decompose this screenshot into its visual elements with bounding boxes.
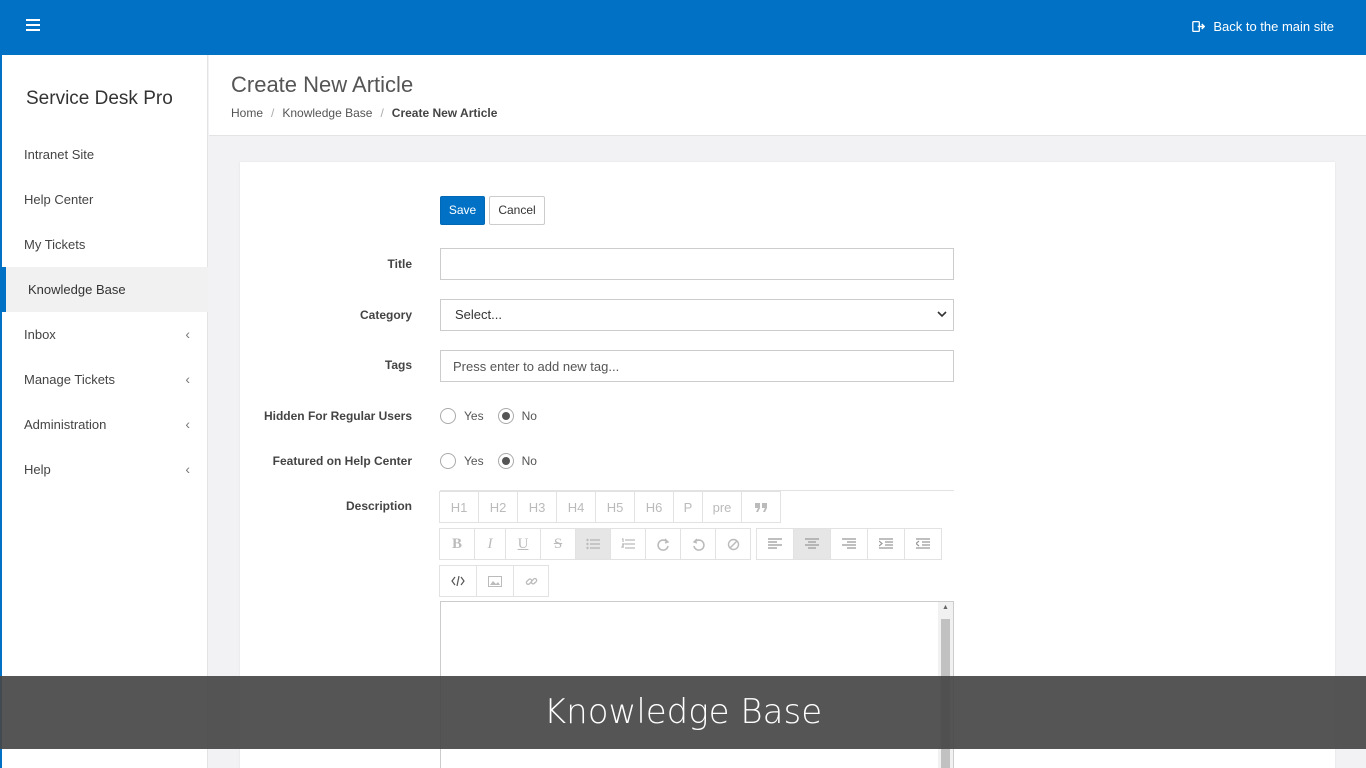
paragraph-button[interactable]: P <box>673 491 703 523</box>
chevron-left-icon: ‹ <box>185 371 190 387</box>
sidebar-item-administration[interactable]: Administration ‹ <box>2 402 208 447</box>
breadcrumb-separator: / <box>380 106 384 120</box>
radio-no-label: No <box>521 454 537 468</box>
indent-icon[interactable] <box>867 528 905 560</box>
description-label: Description <box>345 499 412 513</box>
category-selected-value: Select... <box>455 307 502 322</box>
caption-overlay: Knowledge Base <box>0 676 1366 749</box>
align-center-icon[interactable] <box>793 528 831 560</box>
hidden-for-regular-users-label: Hidden For Regular Users <box>263 409 412 423</box>
hidden-no-radio[interactable] <box>497 408 514 424</box>
redo-icon[interactable] <box>645 528 681 560</box>
editor-toolbar-headings: H1 H2 H3 H4 H5 H6 P pre <box>439 491 781 523</box>
breadcrumb-separator: / <box>271 106 275 120</box>
brand-name: Service Desk Pro <box>26 88 173 109</box>
sign-out-icon <box>1192 20 1206 33</box>
top-navbar: Back to the main site <box>0 0 1366 55</box>
preformatted-button[interactable]: pre <box>702 491 742 523</box>
radio-yes-label: Yes <box>464 454 484 468</box>
breadcrumb-knowledge-base[interactable]: Knowledge Base <box>282 106 372 120</box>
chevron-down-icon <box>937 300 947 342</box>
hidden-radio-group: Yes No <box>440 408 551 424</box>
tags-input[interactable] <box>440 350 954 382</box>
chevron-left-icon: ‹ <box>185 326 190 342</box>
chevron-left-icon: ‹ <box>185 461 190 477</box>
strikethrough-icon[interactable]: S <box>540 528 576 560</box>
link-icon[interactable] <box>513 565 549 597</box>
sidebar-item-label: Manage Tickets <box>24 372 116 387</box>
editor-toolbar-formatting: B I U S <box>439 528 942 560</box>
back-to-main-site-link[interactable]: Back to the main site <box>1192 19 1334 34</box>
heading-6-button[interactable]: H6 <box>634 491 674 523</box>
bullet-list-icon[interactable] <box>575 528 611 560</box>
page-title: Create New Article <box>231 72 414 97</box>
image-icon[interactable] <box>476 565 514 597</box>
italic-icon[interactable]: I <box>474 528 506 560</box>
sidebar-item-label: Inbox <box>24 327 56 342</box>
heading-3-button[interactable]: H3 <box>517 491 557 523</box>
save-button[interactable]: Save <box>440 196 485 225</box>
category-select[interactable]: Select... <box>440 299 954 331</box>
cancel-button[interactable]: Cancel <box>489 196 545 225</box>
page-header: Create New Article Home / Knowledge Base… <box>209 55 1366 136</box>
sidebar-item-intranet-site[interactable]: Intranet Site <box>2 132 208 177</box>
quote-icon[interactable] <box>741 491 781 523</box>
undo-icon[interactable] <box>680 528 716 560</box>
heading-5-button[interactable]: H5 <box>595 491 635 523</box>
sidebar-item-label: Help Center <box>24 192 94 207</box>
featured-yes-radio[interactable] <box>440 453 456 469</box>
featured-radio-group: Yes No <box>440 453 551 469</box>
sidebar-nav: Intranet Site Help Center My Tickets Kno… <box>2 132 208 492</box>
category-label: Category <box>359 308 412 322</box>
featured-no-radio[interactable] <box>497 453 514 469</box>
sidebar-item-label: Knowledge Base <box>28 282 126 297</box>
underline-icon[interactable]: U <box>505 528 541 560</box>
heading-1-button[interactable]: H1 <box>439 491 479 523</box>
hidden-yes-radio[interactable] <box>440 408 456 424</box>
sidebar-item-label: Help <box>24 462 51 477</box>
title-input[interactable] <box>440 248 954 280</box>
sidebar-item-label: Administration <box>24 417 107 432</box>
sidebar-item-knowledge-base[interactable]: Knowledge Base <box>2 267 208 312</box>
sidebar: Service Desk Pro Intranet Site Help Cent… <box>0 55 208 768</box>
align-left-icon[interactable] <box>756 528 794 560</box>
outdent-icon[interactable] <box>904 528 942 560</box>
bold-icon[interactable]: B <box>439 528 475 560</box>
sidebar-item-manage-tickets[interactable]: Manage Tickets ‹ <box>2 357 208 402</box>
heading-2-button[interactable]: H2 <box>478 491 518 523</box>
heading-4-button[interactable]: H4 <box>556 491 596 523</box>
numbered-list-icon[interactable] <box>610 528 646 560</box>
tags-label: Tags <box>384 358 412 372</box>
sidebar-item-inbox[interactable]: Inbox ‹ <box>2 312 208 357</box>
clear-format-icon[interactable] <box>715 528 751 560</box>
hamburger-menu-icon[interactable] <box>26 19 40 35</box>
radio-no-label: No <box>521 409 537 423</box>
align-right-icon[interactable] <box>830 528 868 560</box>
featured-on-help-center-label: Featured on Help Center <box>272 454 412 468</box>
breadcrumb-current: Create New Article <box>391 106 498 120</box>
title-label: Title <box>387 257 412 271</box>
radio-yes-label: Yes <box>464 409 484 423</box>
scroll-up-arrow-icon[interactable]: ▲ <box>942 604 949 611</box>
sidebar-item-help-center[interactable]: Help Center <box>2 177 208 222</box>
sidebar-item-my-tickets[interactable]: My Tickets <box>2 222 208 267</box>
editor-toolbar-insert <box>439 565 549 597</box>
sidebar-item-help[interactable]: Help ‹ <box>2 447 208 492</box>
breadcrumb-home[interactable]: Home <box>231 106 263 120</box>
sidebar-item-label: My Tickets <box>24 237 86 252</box>
breadcrumb: Home / Knowledge Base / Create New Artic… <box>231 106 497 120</box>
sidebar-item-label: Intranet Site <box>24 147 95 162</box>
code-icon[interactable] <box>439 565 477 597</box>
chevron-left-icon: ‹ <box>185 416 190 432</box>
back-link-label: Back to the main site <box>1213 19 1334 34</box>
